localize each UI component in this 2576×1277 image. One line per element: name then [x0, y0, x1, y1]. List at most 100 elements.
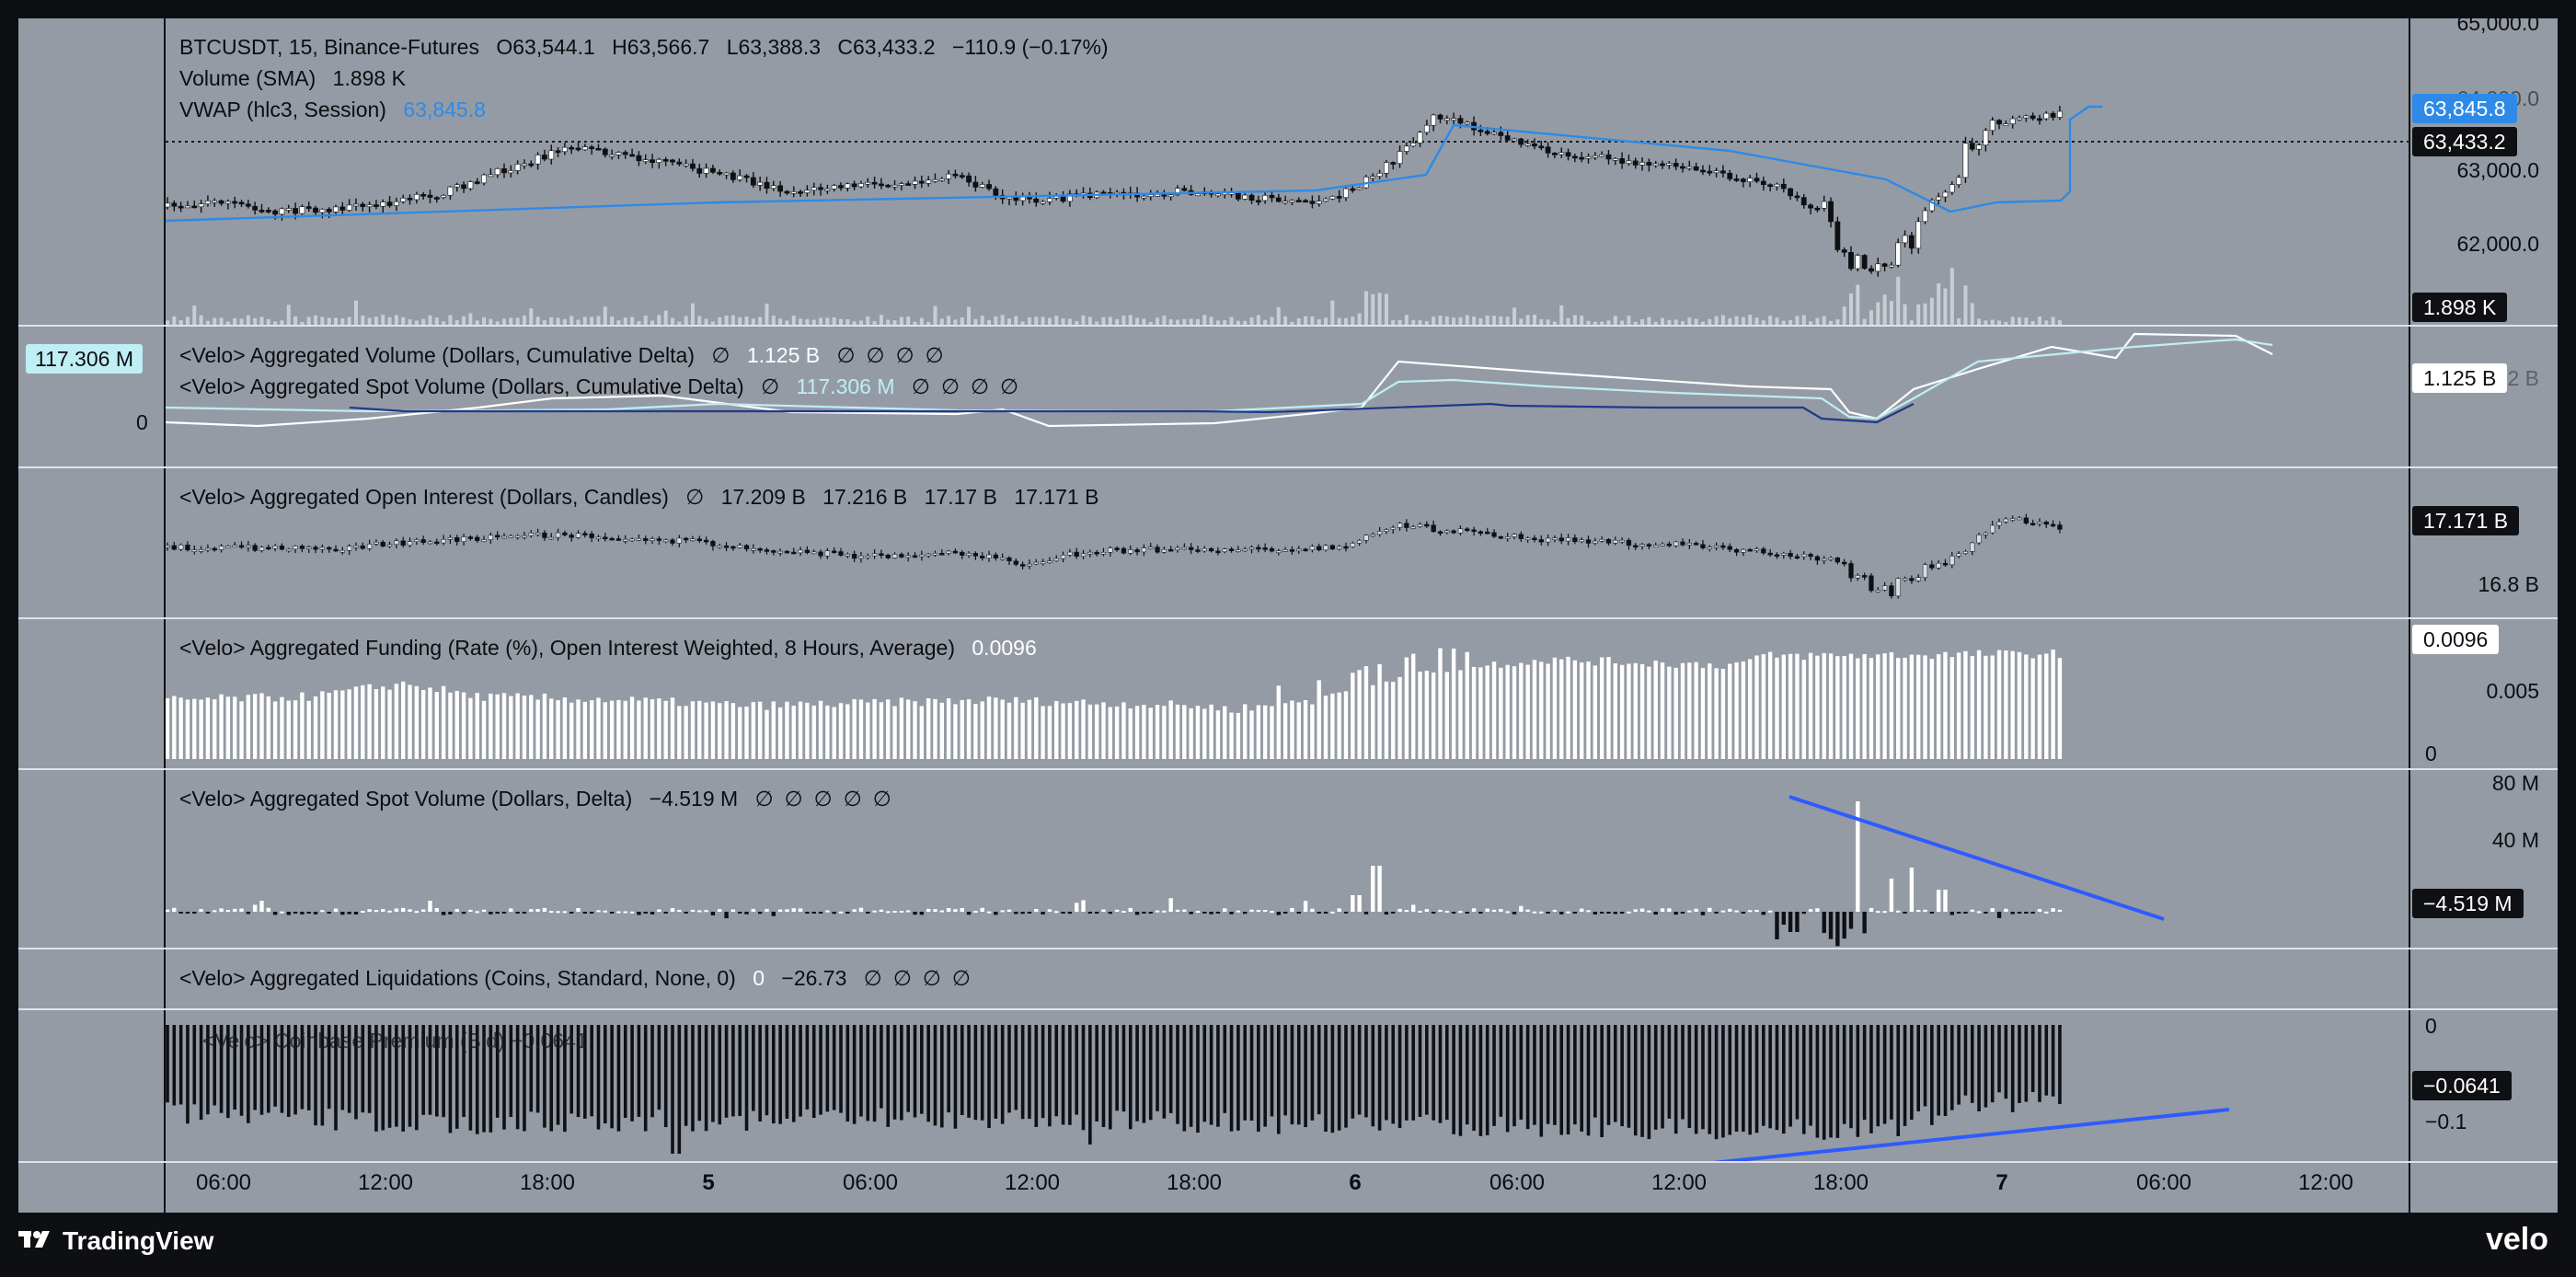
- vwap-legend[interactable]: VWAP (hlc3, Session) 63,845.8: [179, 96, 497, 123]
- oi-candle-body: [1794, 556, 1800, 559]
- premium-bar: [758, 1025, 762, 1122]
- time-tick: 5: [702, 1170, 715, 1195]
- premium-bar: [778, 1025, 782, 1124]
- premium-bar: [1128, 1025, 1133, 1130]
- liquidations-legend[interactable]: <Velo> Aggregated Liquidations (Coins, S…: [179, 964, 982, 992]
- funding-bar: [616, 699, 621, 759]
- premium-bar: [1075, 1025, 1078, 1115]
- oi-legend[interactable]: <Velo> Aggregated Open Interest (Dollars…: [179, 483, 1110, 511]
- candle-body: [1875, 263, 1881, 272]
- candle-body: [757, 181, 764, 186]
- premium-bar: [711, 1025, 715, 1122]
- candle-body: [1384, 162, 1389, 174]
- funding-bar: [1371, 685, 1375, 759]
- oi-candle-body: [508, 535, 513, 538]
- premium-bar: [1081, 1025, 1086, 1131]
- candle-body: [1524, 144, 1531, 146]
- volume-bar: [306, 316, 311, 325]
- premium-bar: [1782, 1025, 1786, 1134]
- spot-delta-bar: [1748, 910, 1753, 913]
- premium-bar: [1209, 1025, 1213, 1125]
- premium-bar: [1708, 1025, 1712, 1134]
- velo-logo[interactable]: velo: [2486, 1222, 2548, 1258]
- volume-tag: 1.898 K: [2412, 293, 2508, 322]
- symbol-label[interactable]: BTCUSDT, 15, Binance-Futures: [179, 35, 479, 59]
- oi-candle-body: [784, 550, 790, 554]
- premium-bar: [1943, 1025, 1948, 1117]
- funding-bar: [1128, 708, 1133, 759]
- candle-body: [474, 181, 480, 184]
- candle-body: [561, 146, 568, 153]
- spot-delta-bar: [811, 912, 816, 914]
- premium-bar: [704, 1025, 708, 1132]
- premium-bar: [1182, 1025, 1187, 1132]
- spot-delta-bar: [489, 912, 493, 915]
- premium-bar: [1156, 1025, 1159, 1111]
- spot-delta-bar: [178, 912, 183, 914]
- oi-candle-body: [838, 551, 844, 556]
- funding-bar: [926, 698, 931, 759]
- spot-delta-legend[interactable]: <Velo> Aggregated Spot Volume (Dollars, …: [179, 785, 903, 812]
- time-tick: 7: [1995, 1170, 2008, 1195]
- candle-body: [871, 181, 878, 185]
- tradingview-logo[interactable]: TradingView: [18, 1226, 213, 1256]
- premium-bar: [1109, 1025, 1112, 1130]
- volume-bar: [1007, 318, 1011, 325]
- oi-candle-body: [286, 548, 292, 552]
- premium-bar: [1775, 1025, 1779, 1131]
- candle-body: [1713, 170, 1719, 174]
- premium-bar: [1337, 1025, 1341, 1131]
- spot-delta-bar: [582, 912, 588, 914]
- funding-bar: [1546, 663, 1550, 759]
- volume-bar: [1142, 318, 1146, 325]
- volume-bar: [1020, 321, 1025, 325]
- cum-spot-legend[interactable]: <Velo> Aggregated Spot Volume (Dollars, …: [179, 373, 1029, 400]
- candle-body: [1733, 178, 1740, 181]
- price-tick: 62,000.0: [2456, 232, 2539, 256]
- premium-bar: [671, 1025, 674, 1154]
- spot-delta-bar: [1903, 912, 1907, 914]
- candle-body: [1754, 178, 1760, 182]
- spot-delta-bar: [286, 912, 291, 915]
- funding-bar: [300, 692, 305, 759]
- candle-body: [1579, 156, 1585, 160]
- volume-bar: [919, 317, 924, 325]
- oi-candle-body: [1552, 537, 1558, 540]
- funding-bar: [246, 695, 251, 759]
- funding-legend[interactable]: <Velo> Aggregated Funding (Rate (%), Ope…: [179, 634, 1048, 662]
- oi-candle-body: [1808, 554, 1813, 558]
- volume-bar: [199, 315, 203, 325]
- cum-volume-legend[interactable]: <Velo> Aggregated Volume (Dollars, Cumul…: [179, 341, 955, 369]
- volume-bar: [1424, 321, 1429, 325]
- spot-delta-bar: [1310, 908, 1315, 912]
- spot-delta-bar: [684, 912, 688, 914]
- oi-candle-body: [1006, 557, 1012, 562]
- spot-delta-bar: [576, 908, 581, 912]
- candle-body: [461, 184, 466, 190]
- spot-delta-bar: [1444, 910, 1449, 913]
- premium-bar: [1573, 1025, 1577, 1125]
- premium-bar: [697, 1025, 702, 1122]
- funding-bar: [1317, 680, 1321, 759]
- pane-separator[interactable]: [18, 948, 2558, 949]
- premium-bar: [1357, 1025, 1362, 1115]
- volume-bar: [1115, 318, 1120, 325]
- candle-body: [777, 185, 784, 192]
- oi-candle-body: [2030, 523, 2036, 525]
- candle-body: [642, 159, 649, 162]
- oi-axis-tick: 16.8 B: [2478, 572, 2540, 596]
- funding-bar: [1916, 654, 1921, 759]
- funding-bar: [367, 684, 372, 759]
- price-pane[interactable]: [166, 18, 2410, 325]
- spot-delta-bar: [1175, 909, 1180, 912]
- oi-candle-body: [1417, 523, 1423, 527]
- funding-bar: [1694, 662, 1698, 759]
- oi-candle-body: [319, 546, 326, 550]
- volume-bar: [1067, 318, 1072, 325]
- spot-delta-bar: [468, 909, 473, 912]
- spot-delta-bar: [704, 910, 708, 913]
- volume-bar: [1795, 316, 1800, 325]
- volume-legend[interactable]: Volume (SMA) 1.898 K: [179, 64, 417, 92]
- funding-bar: [2044, 653, 2049, 759]
- volume-bar: [1720, 315, 1725, 325]
